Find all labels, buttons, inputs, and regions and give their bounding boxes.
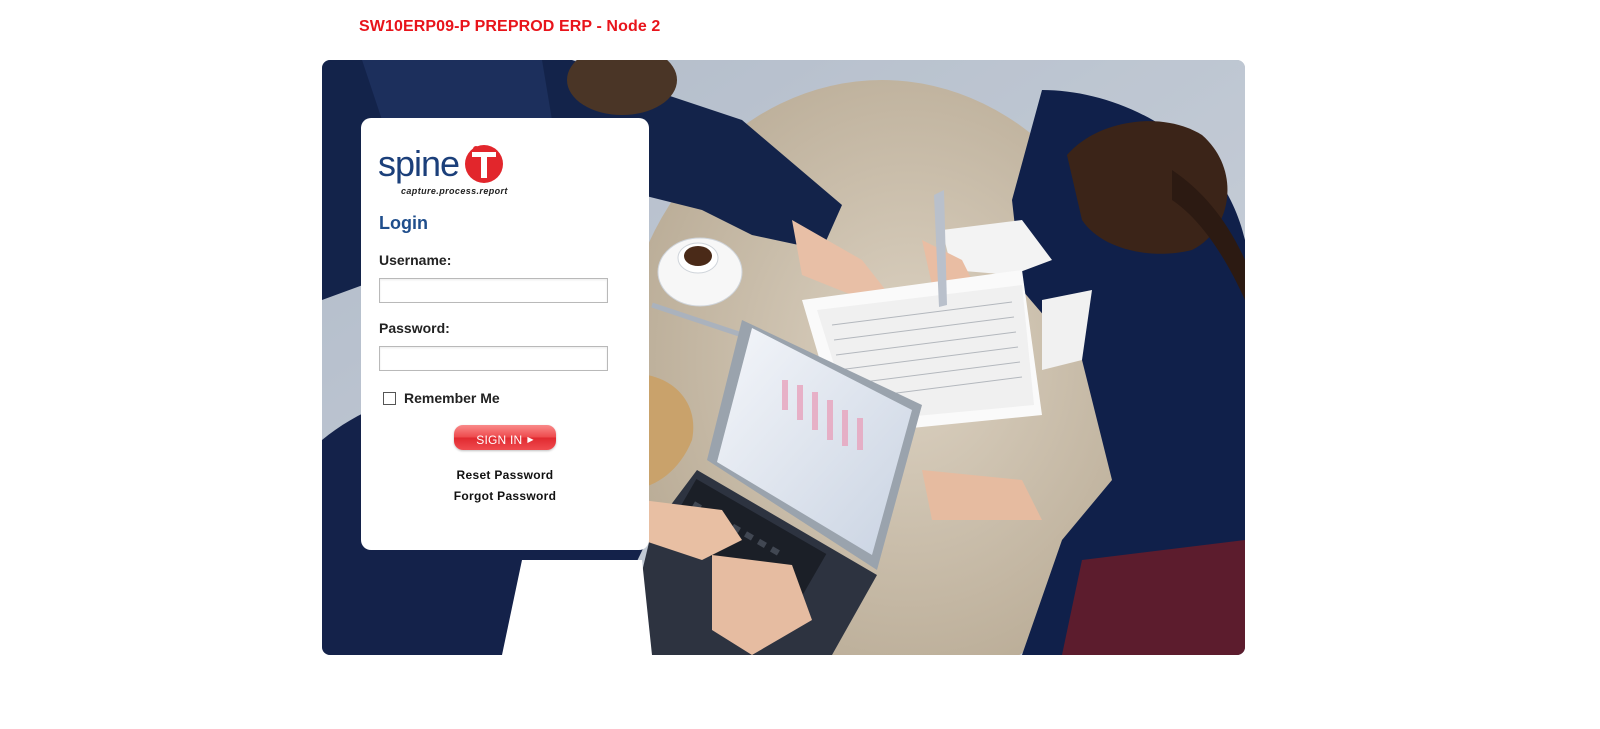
spineit-logo: spine capture.process.report [378, 142, 508, 198]
sign-in-button[interactable]: SIGN IN ▶ [454, 425, 556, 450]
password-input[interactable] [379, 346, 608, 371]
username-input[interactable] [379, 278, 608, 303]
environment-title: SW10ERP09-P PREPROD ERP - Node 2 [359, 18, 661, 35]
login-heading: Login [379, 213, 428, 233]
forgot-password-link[interactable]: Forgot Password [361, 489, 649, 503]
login-panel: spine capture.process.report Login Usern… [361, 118, 649, 550]
remember-me-checkbox[interactable] [383, 391, 396, 405]
logo-wordmark: spine [378, 143, 460, 184]
play-arrow-icon: ▶ [527, 435, 534, 444]
spineit-logo-icon [465, 145, 503, 183]
remember-me-label: Remember Me [404, 390, 500, 406]
remember-me[interactable]: Remember Me [383, 390, 500, 406]
logo-tagline: capture.process.report [401, 186, 508, 196]
reset-password-link[interactable]: Reset Password [361, 468, 649, 482]
sign-in-label: SIGN IN [476, 432, 523, 447]
username-label: Username: [379, 252, 452, 268]
password-label: Password: [379, 320, 450, 336]
